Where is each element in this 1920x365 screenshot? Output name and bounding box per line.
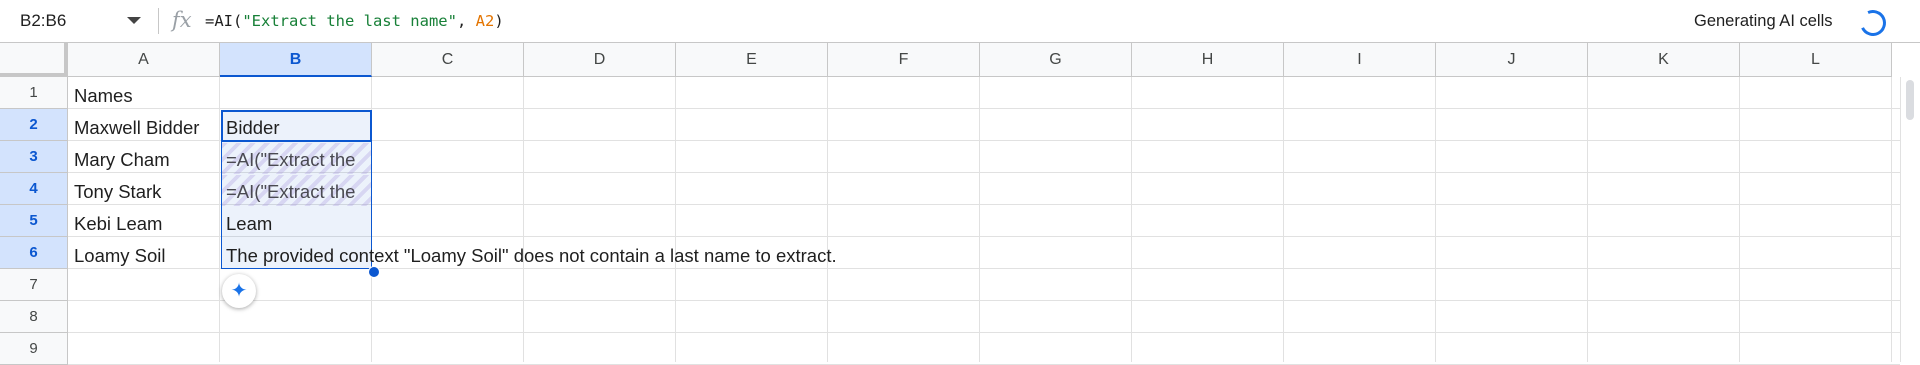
- column-header-b[interactable]: B: [220, 43, 372, 77]
- grid-column-line: [827, 77, 828, 362]
- column-header-d[interactable]: D: [524, 43, 676, 77]
- column-header-f[interactable]: F: [828, 43, 980, 77]
- row-header-6[interactable]: 6: [0, 237, 68, 269]
- row-header-4[interactable]: 4: [0, 173, 68, 205]
- grid-column-line: [1131, 77, 1132, 362]
- formula-string-arg: "Extract the last name": [242, 12, 457, 30]
- name-box-value[interactable]: B2:B6: [20, 11, 66, 31]
- column-header-h[interactable]: H: [1132, 43, 1284, 77]
- cell-A3[interactable]: Mary Cham: [74, 144, 170, 175]
- spinner-icon: [1856, 6, 1890, 40]
- row-header-5[interactable]: 5: [0, 205, 68, 237]
- cell-A4[interactable]: Tony Stark: [74, 176, 161, 207]
- generating-status-label: Generating AI cells: [1694, 12, 1833, 30]
- grid-column-line: [675, 77, 676, 362]
- column-header-e[interactable]: E: [676, 43, 828, 77]
- formula-prefix: =AI(: [205, 12, 243, 30]
- grid-row-line: [68, 300, 1900, 301]
- column-header-g[interactable]: G: [980, 43, 1132, 77]
- cell-A2[interactable]: Maxwell Bidder: [74, 112, 199, 143]
- fx-icon: fx: [172, 8, 192, 32]
- column-header-c[interactable]: C: [372, 43, 524, 77]
- formula-bar-divider: [158, 8, 159, 34]
- row-header-3[interactable]: 3: [0, 141, 68, 173]
- grid-column-line: [523, 77, 524, 362]
- row-header-9[interactable]: 9: [0, 333, 68, 365]
- select-all-corner[interactable]: [0, 43, 68, 77]
- column-header-l[interactable]: L: [1740, 43, 1892, 77]
- grid-column-line: [1587, 77, 1588, 362]
- formula-bar: B2:B6 fx =AI("Extract the last name", A2…: [0, 0, 1920, 43]
- cell-B4[interactable]: =AI("Extract the: [226, 176, 368, 207]
- cell-B6[interactable]: The provided context "Loamy Soil" does n…: [226, 240, 837, 271]
- formula-input[interactable]: =AI("Extract the last name", A2): [205, 12, 504, 30]
- fill-handle[interactable]: [368, 266, 380, 278]
- grid-column-line: [979, 77, 980, 362]
- row-header-1[interactable]: 1: [0, 77, 68, 109]
- cell-A1[interactable]: Names: [74, 80, 133, 111]
- cell-A5[interactable]: Kebi Leam: [74, 208, 162, 239]
- row-header-2[interactable]: 2: [0, 109, 68, 141]
- grid-row-line: [68, 108, 1900, 109]
- column-header-k[interactable]: K: [1588, 43, 1740, 77]
- cell-A6[interactable]: Loamy Soil: [74, 240, 166, 271]
- grid-column-line: [219, 77, 220, 362]
- row-header-7[interactable]: 7: [0, 269, 68, 301]
- column-header-i[interactable]: I: [1284, 43, 1436, 77]
- grid-column-line: [1435, 77, 1436, 362]
- grid-row-line: [68, 332, 1900, 333]
- cell-B2[interactable]: Bidder: [226, 112, 279, 143]
- formula-separator: ,: [456, 12, 476, 30]
- cell-B5[interactable]: Leam: [226, 208, 272, 239]
- name-box[interactable]: B2:B6: [0, 0, 152, 42]
- formula-suffix: ): [494, 12, 504, 30]
- formula-cell-ref: A2: [475, 12, 495, 30]
- column-header-j[interactable]: J: [1436, 43, 1588, 77]
- vertical-scrollbar[interactable]: [1906, 80, 1914, 120]
- grid-column-line: [1739, 77, 1740, 362]
- cell-B3[interactable]: =AI("Extract the: [226, 144, 368, 175]
- row-header-8[interactable]: 8: [0, 301, 68, 333]
- grid-column-line: [1283, 77, 1284, 362]
- sparkle-icon[interactable]: ✦: [222, 274, 256, 308]
- grid-column-line: [1891, 77, 1892, 362]
- chevron-down-icon[interactable]: [127, 17, 141, 24]
- column-header-a[interactable]: A: [68, 43, 220, 77]
